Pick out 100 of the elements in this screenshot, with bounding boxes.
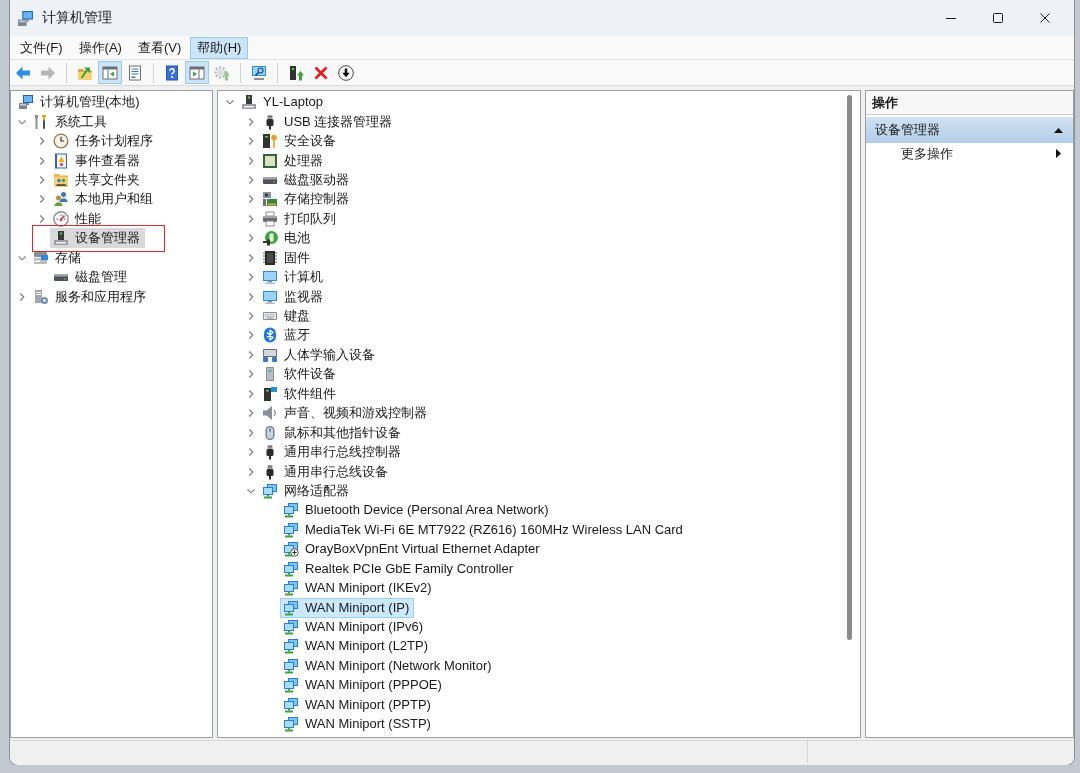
chevron-right-icon[interactable]	[247, 117, 255, 126]
chevron-right-icon[interactable]	[247, 467, 255, 476]
left-panel-icon	[102, 64, 118, 81]
tree-item[interactable]: 服务和应用程序	[30, 286, 151, 307]
chevron-right-icon[interactable]	[247, 214, 255, 223]
computer-icon	[18, 94, 34, 111]
tree-item[interactable]: MediaTek Wi-Fi 6E MT7922 (RZ616) 160MHz Wireless LAN Card	[280, 519, 688, 540]
chevron-right-icon[interactable]	[247, 137, 255, 146]
tree-item[interactable]: 人体学输入设备	[259, 344, 380, 365]
tree-item[interactable]: 电池	[259, 228, 315, 249]
tree-item[interactable]: 设备管理器	[50, 228, 145, 249]
device-arrow-icon	[288, 64, 304, 81]
chevron-right-icon[interactable]	[247, 292, 255, 301]
chevron-down-icon[interactable]	[226, 98, 234, 107]
tree-item[interactable]: 处理器	[259, 150, 328, 171]
chevron-right-icon[interactable]	[247, 370, 255, 379]
tree-item[interactable]: 计算机	[259, 267, 328, 288]
tree-item[interactable]: 通用串行总线控制器	[259, 442, 406, 463]
tree-item[interactable]: 打印队列	[259, 208, 341, 229]
computer-icon	[17, 9, 34, 27]
chevron-right-icon[interactable]	[247, 350, 255, 359]
tree-item[interactable]: 安全设备	[259, 131, 341, 152]
tree-item[interactable]: WAN Miniport (Network Monitor)	[280, 655, 497, 676]
chevron-right-icon[interactable]	[38, 195, 46, 204]
tree-item[interactable]: 存储控制器	[259, 189, 354, 210]
close-icon	[1039, 13, 1050, 23]
tree-item[interactable]: 共享文件夹	[50, 169, 145, 190]
chevron-right-icon[interactable]	[247, 389, 255, 398]
action-item[interactable]: 更多操作	[866, 143, 1073, 164]
tree-item[interactable]: 本地用户和组	[50, 189, 158, 210]
chevron-right-icon[interactable]	[38, 214, 46, 223]
tree-item[interactable]: 通用串行总线设备	[259, 461, 393, 482]
chevron-right-icon[interactable]	[247, 234, 255, 243]
battery-plug-icon	[262, 230, 278, 247]
chevron-right-icon[interactable]	[247, 312, 255, 321]
tree-item[interactable]: 事件查看器	[50, 150, 145, 171]
tree-item[interactable]: 性能	[50, 208, 106, 229]
menu-item[interactable]: 操作(A)	[71, 36, 129, 59]
tree-item[interactable]: Bluetooth Device (Personal Area Network)	[280, 500, 554, 521]
tree-item[interactable]: 声音、视频和游戏控制器	[259, 403, 432, 424]
chevron-right-icon[interactable]	[247, 175, 255, 184]
tower-tile-icon	[262, 385, 278, 402]
tree-item[interactable]: 系统工具	[30, 111, 112, 132]
chevron-right-icon[interactable]	[18, 292, 26, 301]
chevron-right-icon[interactable]	[247, 428, 255, 437]
network-adapter-icon	[283, 657, 299, 674]
memory-chip-icon	[262, 249, 278, 266]
tree-item[interactable]: 软件设备	[259, 364, 341, 385]
tree-item[interactable]: USB 连接器管理器	[259, 111, 398, 132]
scrollbar-thumb[interactable]	[847, 95, 852, 640]
chevron-down-icon[interactable]	[247, 486, 255, 495]
network-adapter-plus-icon	[283, 541, 299, 558]
tree-item[interactable]: 存储	[30, 247, 86, 268]
tree-item[interactable]: Realtek PCIe GbE Family Controller	[280, 558, 519, 579]
tree-item[interactable]: 监视器	[259, 286, 328, 307]
right-panel-icon	[189, 64, 205, 81]
chevron-right-icon[interactable]	[38, 137, 46, 146]
tree-item[interactable]: WAN Miniport (IP)	[280, 597, 415, 618]
tree-item[interactable]: 软件组件	[259, 383, 341, 404]
tree-item[interactable]: WAN Miniport (L2TP)	[280, 636, 434, 657]
tree-item[interactable]: WAN Miniport (IKEv2)	[280, 578, 437, 599]
tree-item[interactable]: 蓝牙	[259, 325, 315, 346]
chevron-right-icon[interactable]	[247, 156, 255, 165]
chevron-right-icon[interactable]	[247, 253, 255, 262]
users-icon	[53, 191, 69, 208]
network-adapter-icon	[283, 521, 299, 538]
tree-item[interactable]: WAN Miniport (SSTP)	[280, 714, 436, 735]
printer-icon	[262, 210, 278, 227]
tree-item[interactable]: WAN Miniport (PPTP)	[280, 694, 436, 715]
tree-item[interactable]: WAN Miniport (IPv6)	[280, 617, 428, 638]
tree-item[interactable]: 磁盘管理	[50, 267, 132, 288]
tree-item[interactable]: 计算机管理(本地)	[15, 92, 145, 113]
tree-item[interactable]: 鼠标和其他指针设备	[259, 422, 406, 443]
chevron-right-icon[interactable]	[247, 448, 255, 457]
chevron-right-icon[interactable]	[38, 156, 46, 165]
forward-arrow-icon	[40, 64, 56, 81]
menu-item[interactable]: 查看(V)	[130, 36, 189, 59]
chevron-right-icon[interactable]	[247, 273, 255, 282]
chevron-right-icon[interactable]	[247, 409, 255, 418]
network-adapter-icon	[283, 599, 299, 616]
section-header[interactable]: 设备管理器	[866, 117, 1073, 143]
chevron-right-icon[interactable]	[38, 175, 46, 184]
menu-item[interactable]: 帮助(H)	[190, 36, 249, 59]
tree-item[interactable]: 固件	[259, 247, 315, 268]
tree-item[interactable]: 键盘	[259, 306, 315, 327]
tree-item[interactable]: 网络适配器	[259, 480, 354, 501]
server-gear-icon	[33, 288, 49, 305]
mouse-icon	[262, 424, 278, 441]
tree-item[interactable]: WAN Miniport (PPPOE)	[280, 675, 447, 696]
chevron-right-icon[interactable]	[247, 331, 255, 340]
tree-item[interactable]: 磁盘驱动器	[259, 169, 354, 190]
tree-item[interactable]: OrayBoxVpnEnt Virtual Ethernet Adapter	[280, 539, 545, 560]
menu-item[interactable]: 文件(F)	[13, 36, 70, 59]
device-tower-icon	[241, 94, 257, 111]
chevron-down-icon[interactable]	[18, 253, 26, 262]
tree-item[interactable]: 任务计划程序	[50, 131, 158, 152]
log-book-icon	[53, 152, 69, 169]
tree-item[interactable]: YL-Laptop	[238, 92, 328, 113]
chevron-down-icon[interactable]	[18, 117, 26, 126]
chevron-right-icon[interactable]	[247, 195, 255, 204]
